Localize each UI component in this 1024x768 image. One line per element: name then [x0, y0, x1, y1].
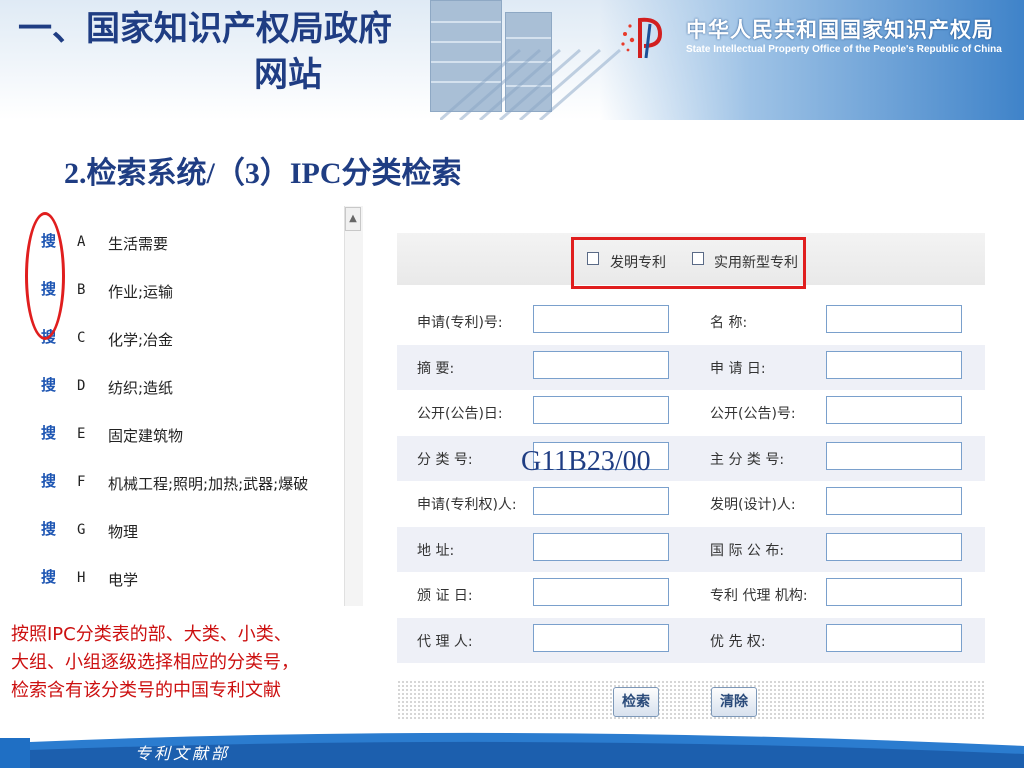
- field-label: 申请(专利权)人:: [417, 497, 517, 513]
- field-label: 国 际 公 布:: [710, 542, 785, 559]
- ipc-section-name[interactable]: 物理: [108, 521, 138, 542]
- form-row: 分 类 号: 主 分 类 号:: [397, 435, 985, 481]
- sipo-logo-icon: [621, 17, 663, 59]
- field-label: 地 址:: [417, 542, 455, 559]
- ipc-section-code: D: [77, 378, 86, 394]
- field-input[interactable]: [826, 441, 962, 470]
- search-link[interactable]: 搜: [41, 518, 56, 539]
- field-label: 公开(公告)日:: [417, 406, 503, 422]
- ipc-section-row: 搜 E 固定建筑物: [0, 422, 340, 470]
- ipc-code-annotation: G11B23/00: [521, 446, 651, 477]
- field-input[interactable]: [826, 487, 962, 515]
- highlight-oval: [25, 212, 65, 340]
- form-row: 申请(专利)号: 名 称:: [397, 299, 985, 344]
- ipc-section-name[interactable]: 作业;运输: [108, 281, 173, 302]
- ipc-section-code: G: [77, 522, 86, 538]
- field-label: 申 请 日:: [710, 360, 766, 377]
- ipc-section-code: E: [77, 426, 86, 442]
- ipc-section-code: B: [77, 282, 86, 298]
- field-input[interactable]: [826, 578, 962, 606]
- instruction-note: 按照IPC分类表的部、大类、小类、 大组、小组逐级选择相应的分类号， 检索含有该…: [11, 621, 411, 705]
- search-link[interactable]: 搜: [41, 374, 56, 395]
- form-row: 颁 证 日: 专利 代理 机构:: [397, 572, 985, 617]
- field-input[interactable]: [533, 305, 669, 333]
- form-row: 代 理 人: 优 先 权:: [397, 617, 985, 663]
- note-line: 大组、小组逐级选择相应的分类号，: [11, 652, 299, 673]
- org-name-cn: 中华人民共和国国家知识产权局: [686, 18, 994, 42]
- field-input[interactable]: [826, 396, 962, 424]
- field-input[interactable]: [826, 623, 962, 652]
- search-link[interactable]: 搜: [41, 422, 56, 443]
- field-label: 优 先 权:: [710, 633, 766, 650]
- ipc-section-code: C: [77, 330, 86, 346]
- scroll-up-arrow-icon[interactable]: ▲: [345, 207, 361, 231]
- footer-department: 专利文献部: [135, 744, 231, 763]
- field-input[interactable]: [533, 578, 669, 606]
- field-input[interactable]: [533, 350, 669, 379]
- ipc-section-code: F: [77, 474, 86, 490]
- search-button[interactable]: 检索: [613, 687, 659, 717]
- field-label: 发明(设计)人:: [710, 497, 796, 513]
- ipc-section-row: 搜 H 电学: [0, 566, 340, 614]
- ipc-section-row: 搜 D 纺织;造纸: [0, 374, 340, 422]
- field-label: 主 分 类 号:: [710, 451, 785, 468]
- ipc-section-row: 搜 G 物理: [0, 518, 340, 566]
- ipc-section-name[interactable]: 固定建筑物: [108, 425, 183, 446]
- field-label: 代 理 人:: [417, 633, 473, 650]
- slide-title-line1: 一、国家知识产权局政府: [18, 9, 392, 49]
- org-name-en: State Intellectual Property Office of th…: [686, 44, 1002, 55]
- field-label: 申请(专利)号:: [417, 315, 503, 331]
- ipc-section-code: H: [77, 570, 86, 586]
- field-input[interactable]: [826, 350, 962, 379]
- form-row: 地 址: 国 际 公 布:: [397, 526, 985, 572]
- field-label: 公开(公告)号:: [710, 406, 796, 422]
- field-input[interactable]: [826, 305, 962, 333]
- slide-subtitle: 2.检索系统/（3）IPC分类检索: [64, 157, 462, 190]
- ipc-section-code: A: [77, 234, 86, 250]
- header-banner: 中华人民共和国国家知识产权局 State Intellectual Proper…: [0, 0, 1024, 120]
- field-input[interactable]: [826, 532, 962, 561]
- slide-title-line2: 网站: [254, 55, 322, 95]
- field-input[interactable]: [533, 623, 669, 652]
- field-label: 分 类 号:: [417, 451, 473, 468]
- ipc-section-name[interactable]: 电学: [108, 569, 138, 590]
- highlight-box: [571, 237, 806, 289]
- form-row: 摘 要: 申 请 日:: [397, 344, 985, 390]
- form-row: 申请(专利权)人: 发明(设计)人:: [397, 481, 985, 526]
- field-input[interactable]: [533, 532, 669, 561]
- search-link[interactable]: 搜: [41, 470, 56, 491]
- field-label: 摘 要:: [417, 360, 455, 377]
- note-line: 检索含有该分类号的中国专利文献: [11, 680, 281, 701]
- field-label: 颁 证 日:: [417, 588, 473, 604]
- note-line: 按照IPC分类表的部、大类、小类、: [11, 624, 292, 645]
- clear-button[interactable]: 清除: [711, 687, 757, 717]
- scrollbar[interactable]: [344, 206, 363, 606]
- ipc-section-name[interactable]: 机械工程;照明;加热;武器;爆破: [108, 473, 308, 494]
- field-label: 专利 代理 机构:: [710, 588, 808, 604]
- slide-title: 一、国家知识产权局政府 网站: [18, 6, 518, 98]
- ipc-section-name[interactable]: 化学;冶金: [108, 329, 173, 350]
- ipc-section-name[interactable]: 生活需要: [108, 233, 168, 254]
- form-row: 公开(公告)日: 公开(公告)号:: [397, 390, 985, 435]
- button-bar: [397, 680, 985, 720]
- ipc-section-name[interactable]: 纺织;造纸: [108, 377, 173, 398]
- search-link[interactable]: 搜: [41, 566, 56, 587]
- field-label: 名 称:: [710, 315, 748, 331]
- ipc-section-row: 搜 F 机械工程;照明;加热;武器;爆破: [0, 470, 340, 518]
- field-input[interactable]: [533, 396, 669, 424]
- field-input[interactable]: [533, 487, 669, 515]
